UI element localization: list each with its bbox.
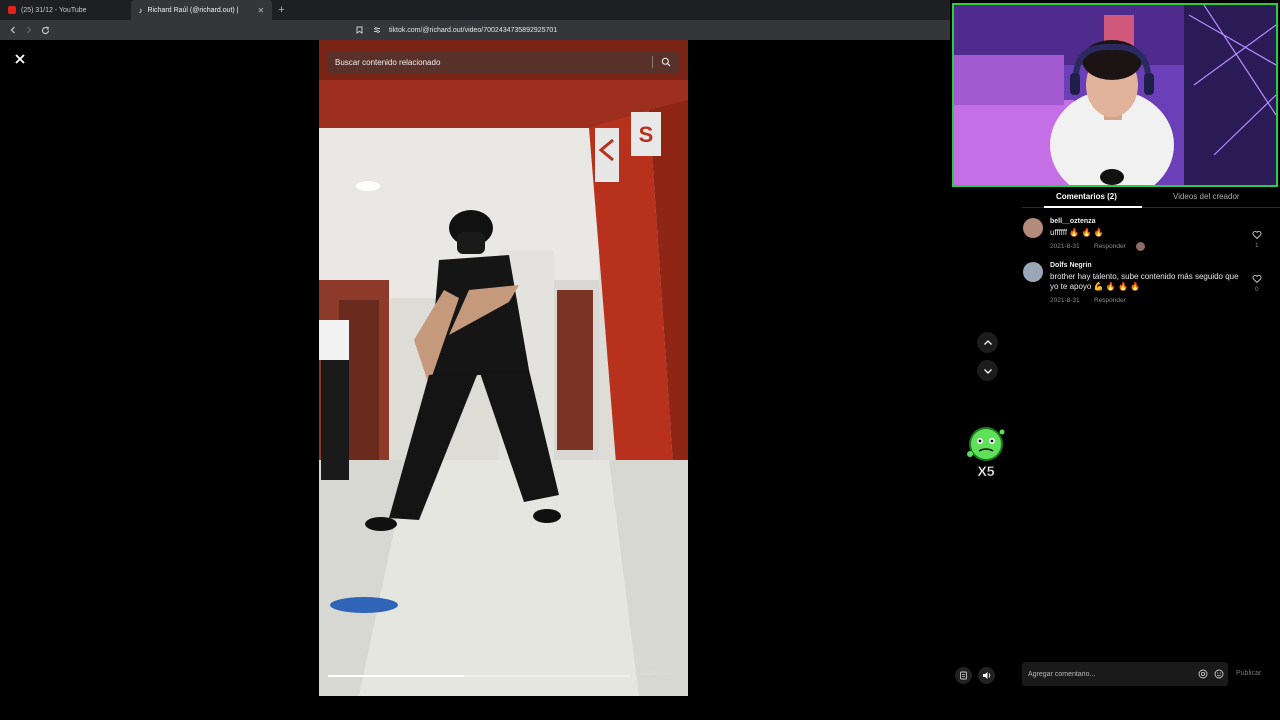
close-video-button[interactable] xyxy=(12,53,28,69)
site-settings-icon[interactable] xyxy=(373,26,381,34)
publish-button[interactable]: Publicar xyxy=(1236,670,1261,677)
comment-text: uffffff 🔥 🔥 🔥 xyxy=(1050,228,1104,237)
emoji-icon[interactable] xyxy=(1214,669,1224,679)
volume-button[interactable] xyxy=(978,667,995,684)
address-bar[interactable]: tiktok.com/@richard.out/video/7002434735… xyxy=(356,23,912,37)
webcam-feed xyxy=(954,5,1276,185)
flag-icon xyxy=(960,671,967,680)
video-frame: S xyxy=(319,40,688,696)
search-icon[interactable] xyxy=(661,57,671,67)
forward-button[interactable] xyxy=(22,23,36,37)
forward-arrow-icon xyxy=(27,26,32,34)
tab-label: Richard Raúl (@richard.out) | xyxy=(147,6,239,14)
comment-username[interactable]: bell__oztenza xyxy=(1050,218,1096,225)
youtube-icon xyxy=(8,6,16,14)
creator-liked-icon xyxy=(1136,242,1145,251)
green-emote-icon: X5 xyxy=(967,427,1005,479)
tiktok-icon: ♪ xyxy=(138,5,143,15)
comment-date: 2021-8-31 xyxy=(1050,243,1080,250)
tab-label: (25) 31/12 - YouTube xyxy=(21,6,87,14)
like-heart-icon[interactable] xyxy=(1252,230,1262,240)
reply-button[interactable]: Responder xyxy=(1094,243,1126,250)
back-button[interactable] xyxy=(6,23,20,37)
close-tab-icon[interactable]: ✕ xyxy=(258,6,265,15)
tab-comments[interactable]: Comentarios (2) xyxy=(1056,192,1117,201)
svg-text:S: S xyxy=(639,122,654,147)
comments-tabs: Comentarios (2) Videos del creador xyxy=(1022,188,1280,208)
comment-item: bell__oztenza uffffff 🔥 🔥 🔥 2021-8-31 Re… xyxy=(1023,218,1268,252)
like-heart-icon[interactable] xyxy=(1252,274,1262,284)
like-count: 1 xyxy=(1255,242,1259,249)
comment-text: brother hay talento, sube contenido más … xyxy=(1050,272,1239,291)
webcam-overlay xyxy=(952,3,1278,187)
like-count: 0 xyxy=(1255,286,1259,293)
comment-username[interactable]: Dolfs Negrin xyxy=(1050,262,1092,269)
comment-input-container xyxy=(1022,662,1228,686)
new-tab-button[interactable]: + xyxy=(278,4,284,16)
emote-sticker: X5 xyxy=(964,424,1008,482)
url-text[interactable]: tiktok.com/@richard.out/video/7002434735… xyxy=(389,27,557,34)
sticker-text: X5 xyxy=(977,463,994,479)
mention-icon[interactable] xyxy=(1198,669,1208,679)
next-video-button[interactable] xyxy=(977,360,998,381)
comment-item: Dolfs Negrin brother hay talento, sube c… xyxy=(1023,262,1268,308)
search-divider xyxy=(652,56,653,68)
video-progress-bar[interactable] xyxy=(328,675,630,677)
browser-tab-bar: (25) 31/12 - YouTube ♪ Richard Raúl (@ri… xyxy=(0,0,950,20)
tab-creator-videos[interactable]: Videos del creador xyxy=(1173,192,1240,201)
video-timecode: 00:19/00:43 xyxy=(640,671,672,677)
video-progress-fill xyxy=(328,675,464,677)
comment-input[interactable] xyxy=(1028,662,1188,686)
back-arrow-icon xyxy=(10,26,15,34)
chevron-down-icon xyxy=(983,368,992,374)
comment-date: 2021-8-31 xyxy=(1050,297,1080,304)
close-icon xyxy=(15,54,25,64)
bookmark-icon[interactable] xyxy=(356,26,363,34)
report-button[interactable] xyxy=(955,667,972,684)
tab-tiktok[interactable]: ♪ Richard Raúl (@richard.out) | ✕ xyxy=(130,0,273,20)
volume-icon xyxy=(982,672,990,679)
active-tab-indicator xyxy=(1044,206,1142,208)
search-placeholder[interactable]: Buscar contenido relacionado xyxy=(335,58,652,67)
avatar[interactable] xyxy=(1023,262,1043,282)
reply-button[interactable]: Responder xyxy=(1094,297,1126,304)
previous-video-button[interactable] xyxy=(977,332,998,353)
screen: (25) 31/12 - YouTube ♪ Richard Raúl (@ri… xyxy=(0,0,1280,720)
chevron-up-icon xyxy=(983,339,992,345)
related-search-bar[interactable]: Buscar contenido relacionado xyxy=(327,51,679,73)
avatar[interactable] xyxy=(1023,218,1043,238)
reload-button[interactable] xyxy=(38,23,52,37)
reload-icon xyxy=(41,26,49,34)
video-player[interactable]: S Buscar contenido relacionado 00:19/00:… xyxy=(319,40,688,696)
tab-youtube[interactable]: (25) 31/12 - YouTube xyxy=(0,0,95,20)
